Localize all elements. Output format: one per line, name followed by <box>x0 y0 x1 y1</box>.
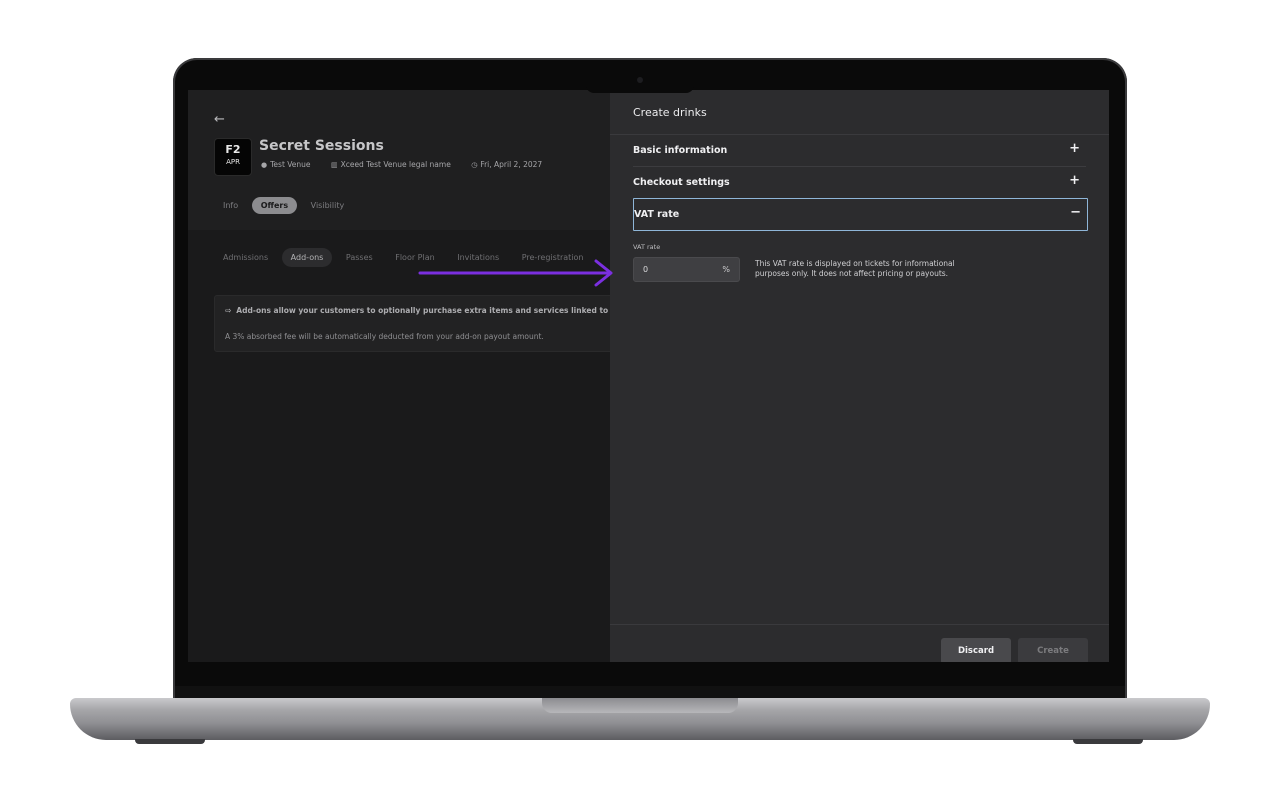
event-venue: Test Venue <box>270 160 311 169</box>
drawer-footer-divider <box>610 624 1109 625</box>
laptop-foot-left <box>135 739 205 744</box>
create-button[interactable]: Create <box>1018 638 1088 662</box>
event-page: ← F2 APR Secret Sessions ● Test Venue ▥ Xc… <box>188 90 636 662</box>
laptop-base <box>70 698 1210 740</box>
tab-offers[interactable]: Offers <box>251 197 298 214</box>
thumb-month: APR <box>226 158 240 166</box>
vat-rate-input[interactable]: 0 % <box>633 257 740 282</box>
info-card-description: ⇨ Add-ons allow your customers to optiona… <box>225 306 636 315</box>
building-icon: ▥ <box>330 161 338 169</box>
section-basic-information[interactable]: Basic information + <box>633 135 1086 167</box>
lid-opening-notch <box>542 698 738 713</box>
percent-suffix: % <box>722 265 730 274</box>
section-label: Basic information <box>633 145 728 156</box>
thumb-day: F2 <box>225 143 241 156</box>
laptop-foot-right <box>1073 739 1143 744</box>
subtab-passes[interactable]: Passes <box>337 248 382 267</box>
info-card-fee-note: A 3% absorbed fee will be automatically … <box>225 332 544 341</box>
plus-icon[interactable]: + <box>1069 141 1080 156</box>
subtab-add-ons[interactable]: Add-ons <box>281 248 333 267</box>
add-ons-info-card: ⇨ Add-ons allow your customers to optiona… <box>214 295 636 352</box>
section-vat-rate[interactable]: VAT rate − <box>633 198 1088 231</box>
create-drinks-drawer: Create drinks Basic information + Checko… <box>610 90 1109 662</box>
event-title: Secret Sessions <box>259 138 384 154</box>
section-checkout-settings[interactable]: Checkout settings + <box>633 167 1086 199</box>
minus-icon[interactable]: − <box>1070 205 1081 220</box>
tab-visibility[interactable]: Visibility <box>302 197 354 214</box>
screen: ← F2 APR Secret Sessions ● Test Venue ▥ Xc… <box>188 90 1109 662</box>
drawer-title: Create drinks <box>633 106 707 119</box>
vat-rate-help-text: This VAT rate is displayed on tickets fo… <box>755 259 955 278</box>
vat-rate-field-label: VAT rate <box>633 243 661 251</box>
event-date: Fri, April 2, 2027 <box>480 160 543 169</box>
tab-info[interactable]: Info <box>214 197 247 214</box>
vat-rate-value: 0 <box>643 265 649 274</box>
back-arrow-icon[interactable]: ← <box>214 112 225 127</box>
event-legal-name: Xceed Test Venue legal name <box>340 160 451 169</box>
clock-icon: ◷ <box>471 161 478 169</box>
location-pin-icon: ● <box>261 161 268 169</box>
event-meta: ● Test Venue ▥ Xceed Test Venue legal name… <box>261 160 560 169</box>
info-card-line1: Add-ons allow your customers to optional… <box>236 306 636 315</box>
discard-button[interactable]: Discard <box>941 638 1011 662</box>
camera-notch <box>586 66 694 93</box>
section-label: VAT rate <box>634 209 680 220</box>
annotation-arrow <box>418 259 613 287</box>
plus-icon[interactable]: + <box>1069 173 1080 188</box>
add-on-icon: ⇨ <box>225 306 232 315</box>
top-tabs: Info Offers Visibility <box>214 197 355 214</box>
event-thumbnail: F2 APR <box>214 138 252 176</box>
event-header: ← F2 APR Secret Sessions ● Test Venue ▥ Xc… <box>188 90 610 230</box>
subtab-admissions[interactable]: Admissions <box>214 248 277 267</box>
section-label: Checkout settings <box>633 177 730 188</box>
camera-icon <box>637 77 643 83</box>
